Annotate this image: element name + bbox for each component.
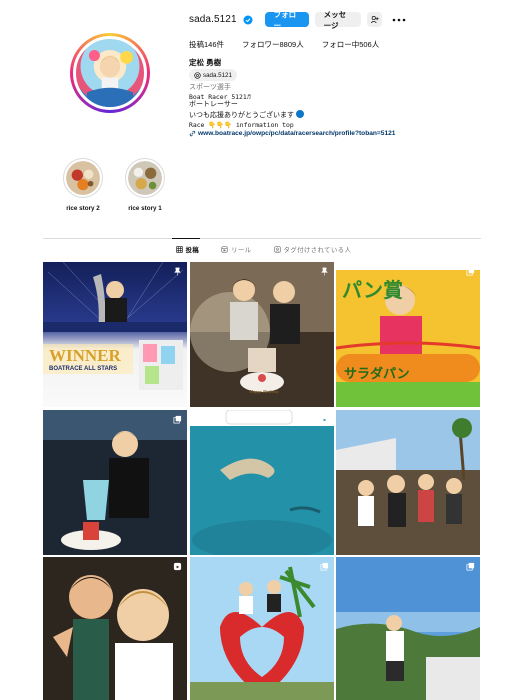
pin-icon [320,267,328,276]
post-tile[interactable] [43,409,187,555]
post-caption: WINNER [49,346,121,365]
post-tile[interactable]: パン賞 サラダパン [336,262,480,407]
carousel-icon [320,562,328,571]
highlight-label: rice story 1 [128,205,162,212]
tagged-icon [273,246,281,253]
reels-icon [221,246,228,253]
post-image [43,409,187,555]
posts-count: 投稿146件 [189,40,225,49]
highlight-cover [128,161,162,195]
username: sada.5121 [189,14,237,25]
post-tile[interactable] [336,557,480,700]
profile-avatar-ring[interactable] [70,33,150,113]
post-image [43,262,187,390]
tab-posts[interactable]: 投稿 [175,245,200,254]
tab-posts-label: 投稿 [185,247,200,254]
bio-link-row[interactable]: www.boatrace.jp/owpc/pc/data/racersearch… [189,130,395,139]
profile-avatar[interactable] [73,36,147,110]
reel-icon [320,415,328,423]
bio-link[interactable]: www.boatrace.jp/owpc/pc/data/racersearch… [198,130,395,139]
pin-icon [174,267,181,276]
highlight-ring [63,158,103,198]
post-image [43,557,187,700]
globe-emoji-icon [295,110,304,119]
highlight-rice-story-2[interactable]: rice story 2 [63,158,103,212]
suggest-user-button[interactable] [366,12,382,27]
bio-line-2: ボートレーサー [189,101,238,109]
profile-tabs: 投稿 リール タグ付けされている人 [0,245,527,254]
highlight-ring [125,158,165,198]
carousel-icon [173,415,182,423]
post-caption: パン賞 [342,280,403,302]
highlight-cover [66,161,100,195]
post-caption: Happy Birthday [249,389,280,394]
post-image [336,557,480,700]
bio: スポーツ選手 Boat Racer 5121♬ ボートレーサー いつも応援ありが… [189,84,395,138]
tab-tagged[interactable]: タグ付けされている人 [273,245,352,254]
post-caption-secondary: サラダパン [344,366,410,381]
profile-stats: 投稿146件 フォロワー8809人 フォロー中506人 [189,39,379,50]
threads-badge[interactable]: sada.5121 [189,69,237,81]
tab-reels-label: リール [231,247,252,254]
following-count[interactable]: フォロー中506人 [322,39,380,50]
bio-line-4: Race 👇👇👇 information top [189,120,294,129]
threads-handle: sada.5121 [203,71,232,79]
post-tile[interactable]: Happy Birthday [189,262,334,407]
threads-icon [194,71,201,79]
post-tile[interactable] [189,409,334,555]
tab-reels[interactable]: リール [221,245,251,254]
tab-tagged-label: タグ付けされている人 [283,247,352,254]
bio-line-3-row: いつも応援ありがとうございます [189,110,395,121]
post-caption-secondary: BOATRACE ALL STARS [49,366,118,372]
post-image [189,557,334,700]
bio-category: スポーツ選手 [189,84,231,91]
reel-icon [173,562,182,571]
follow-button[interactable]: フォロー [264,10,309,30]
message-button[interactable]: メッセージ [314,10,361,30]
add-person-icon [370,15,379,24]
full-name: 定松 勇樹 [189,58,222,67]
followers-count[interactable]: フォロワー8809人 [242,39,304,50]
active-tab-indicator [172,238,200,239]
post-image [189,409,334,555]
profile-divider [43,238,481,239]
post-image [336,409,480,555]
verified-badge-icon [243,15,253,24]
grid-icon [175,246,183,253]
carousel-icon [466,267,475,276]
post-tile[interactable] [43,557,187,700]
highlight-label: rice story 2 [66,205,100,212]
link-icon [189,131,196,137]
more-options-icon[interactable] [392,15,406,25]
highlight-rice-story-1[interactable]: rice story 1 [125,158,165,212]
bio-line-3: いつも応援ありがとうございます [189,112,294,120]
post-tile[interactable] [336,409,480,555]
post-tile[interactable]: WINNER BOATRACE ALL STARS [43,262,187,407]
posts-grid: WINNER BOATRACE ALL STARS Happy Birthday [43,262,480,700]
profile-header-row: sada.5121 フォロー メッセージ [189,10,406,30]
post-tile[interactable] [189,557,334,700]
carousel-icon [466,562,475,571]
post-image [189,262,334,407]
